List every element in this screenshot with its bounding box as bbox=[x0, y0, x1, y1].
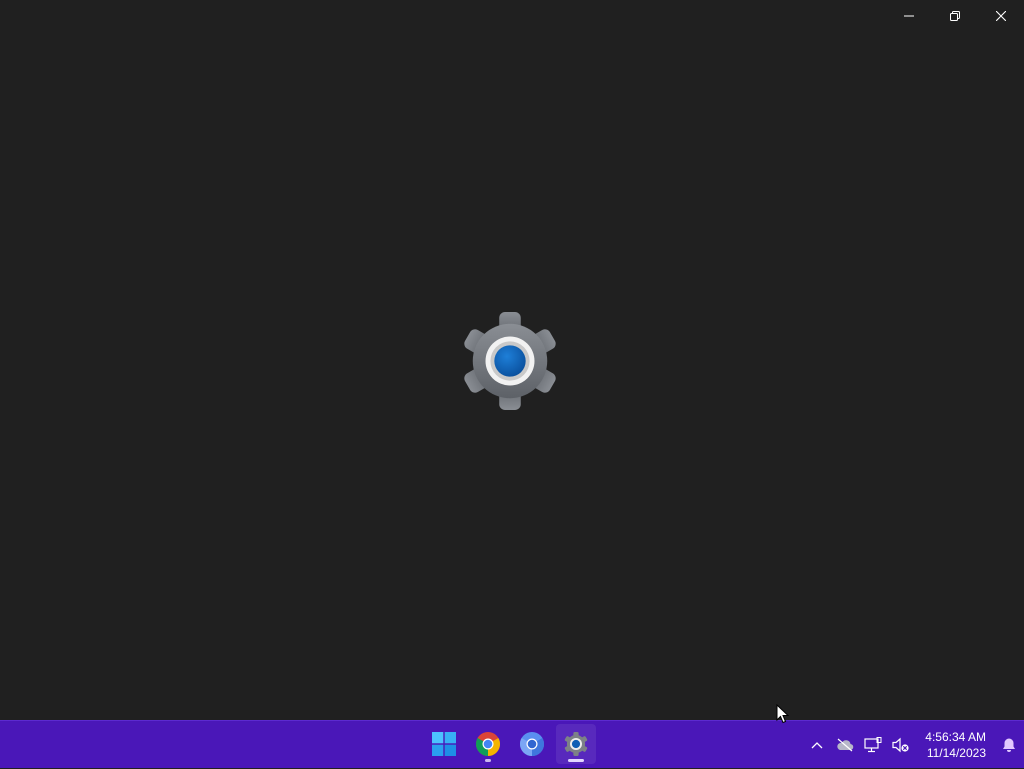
minimize-icon bbox=[904, 15, 914, 17]
close-icon bbox=[996, 11, 1006, 21]
restore-button[interactable] bbox=[932, 0, 978, 32]
onedrive-offline-icon bbox=[837, 738, 854, 752]
network-tray-button[interactable] bbox=[859, 725, 887, 765]
windows-start-icon bbox=[432, 732, 456, 756]
taskbar-app-settings[interactable] bbox=[556, 724, 596, 764]
minimize-button[interactable] bbox=[886, 0, 932, 32]
taskbar-app-chrome[interactable] bbox=[468, 724, 508, 764]
mouse-cursor-icon bbox=[776, 704, 790, 724]
onedrive-tray-button[interactable] bbox=[831, 725, 859, 765]
settings-app-window bbox=[0, 0, 1024, 720]
running-indicator bbox=[485, 759, 491, 762]
taskbar: 4:56:34 AM 11/14/2023 bbox=[0, 720, 1024, 768]
chromium-icon bbox=[520, 732, 544, 756]
active-indicator bbox=[568, 759, 584, 762]
network-icon bbox=[864, 737, 882, 753]
taskbar-apps bbox=[424, 724, 596, 764]
clock-date: 11/14/2023 bbox=[926, 746, 986, 760]
settings-icon bbox=[564, 732, 588, 756]
clock-time: 4:56:34 AM bbox=[925, 730, 986, 744]
window-caption-buttons bbox=[886, 0, 1024, 32]
show-hidden-icons-button[interactable] bbox=[803, 725, 831, 765]
settings-gear-icon bbox=[464, 312, 556, 410]
close-button[interactable] bbox=[978, 0, 1024, 32]
restore-icon bbox=[950, 11, 960, 21]
taskbar-clock[interactable]: 4:56:34 AM 11/14/2023 bbox=[915, 729, 994, 761]
volume-tray-button[interactable] bbox=[887, 725, 915, 765]
taskbar-app-chromium[interactable] bbox=[512, 724, 552, 764]
notification-bell-icon bbox=[1003, 738, 1015, 752]
volume-muted-icon bbox=[892, 737, 909, 753]
chevron-up-icon bbox=[811, 742, 823, 749]
chrome-icon bbox=[476, 732, 500, 756]
start-button[interactable] bbox=[424, 724, 464, 764]
system-tray: 4:56:34 AM 11/14/2023 bbox=[803, 721, 1024, 769]
notification-center-button[interactable] bbox=[994, 725, 1024, 765]
